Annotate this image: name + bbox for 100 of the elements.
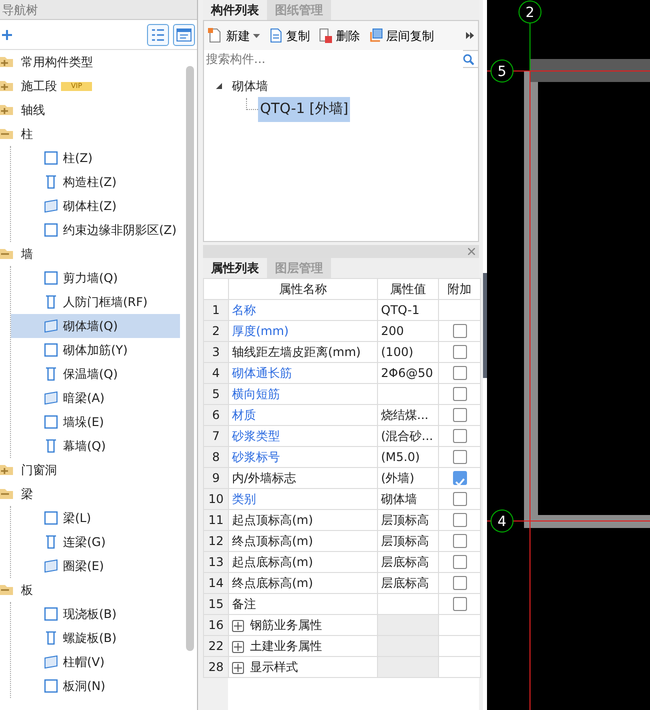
property-value[interactable]: 200	[378, 320, 438, 342]
checkbox[interactable]	[452, 597, 466, 611]
axis-marker: 5	[490, 60, 514, 82]
expand-icon[interactable]	[234, 622, 242, 630]
document-icon	[268, 28, 283, 43]
tree-item[interactable]: 柱帽(V)	[11, 650, 197, 674]
folder-plus-icon[interactable]	[0, 102, 14, 118]
property-name: 起点底标高(m)	[228, 552, 378, 572]
expand-icon[interactable]	[234, 664, 242, 672]
property-value[interactable]: (100)	[378, 342, 438, 362]
property-name: 内/外墙标志	[228, 468, 378, 488]
search-field[interactable]: 搜索构件...	[203, 50, 479, 68]
folder-plus-icon[interactable]	[0, 462, 14, 478]
property-value[interactable]: 烧结煤...	[378, 404, 438, 426]
tree-item[interactable]: 板	[21, 581, 33, 599]
property-value[interactable]: (外墙)	[378, 468, 438, 488]
axis-marker: 4	[490, 510, 514, 532]
tree-item[interactable]: 墙垛(E)	[11, 410, 197, 434]
tree-item[interactable]: 幕墙(Q)	[11, 434, 197, 458]
property-value[interactable]: 2Φ6@50	[378, 362, 438, 384]
scrollbar[interactable]	[186, 66, 194, 651]
tree-item[interactable]: 剪力墙(Q)	[11, 266, 197, 290]
close-icon[interactable]	[468, 248, 475, 255]
property-value[interactable]: 层顶标高	[378, 530, 438, 552]
tree-item[interactable]: 砌体墙	[232, 77, 268, 95]
checkbox[interactable]	[452, 471, 466, 485]
checkbox[interactable]	[452, 366, 466, 380]
folder-plus-icon[interactable]	[0, 78, 14, 94]
checkbox[interactable]	[452, 324, 466, 338]
tree-item[interactable]: 梁	[21, 485, 33, 503]
delete-button[interactable]: 删除	[318, 26, 360, 44]
property-name: 砌体通长筋	[228, 362, 378, 384]
folder-minus-icon[interactable]	[0, 246, 14, 262]
window-icon	[176, 28, 192, 42]
checkbox[interactable]	[452, 387, 466, 401]
group-row-label[interactable]: 土建业务属性	[228, 636, 378, 656]
tree-item[interactable]: 连梁(G)	[11, 530, 197, 554]
property-value[interactable]: 砌体墙	[378, 488, 438, 510]
checkbox[interactable]	[452, 534, 466, 548]
tree-item[interactable]: 暗梁(A)	[11, 386, 197, 410]
checkbox[interactable]	[452, 408, 466, 422]
checkbox[interactable]	[452, 450, 466, 464]
checkbox[interactable]	[452, 555, 466, 569]
tree-item[interactable]: 人防门框墙(RF)	[11, 290, 197, 314]
component-icon	[43, 366, 59, 382]
tree-item[interactable]: 门窗洞	[21, 461, 57, 479]
copy-button[interactable]: 复制	[268, 26, 310, 44]
checkbox[interactable]	[452, 345, 466, 359]
tree-item[interactable]: 施工段	[21, 77, 57, 95]
folder-minus-icon[interactable]	[0, 486, 14, 502]
property-value[interactable]: (混合砂...	[378, 426, 438, 446]
property-value[interactable]: QTQ-1	[378, 300, 438, 320]
property-value[interactable]: 层底标高	[378, 572, 438, 594]
add-icon[interactable]	[2, 30, 12, 40]
tree-item[interactable]: 墙	[21, 245, 33, 263]
tree-item[interactable]: 柱	[21, 125, 33, 143]
tree-item[interactable]: 螺旋板(B)	[11, 626, 197, 650]
tree-item[interactable]: 砌体加筋(Y)	[11, 338, 197, 362]
tree-item[interactable]: 保温墙(Q)	[11, 362, 197, 386]
folder-minus-icon[interactable]	[0, 126, 14, 142]
search-icon[interactable]	[463, 54, 474, 64]
row-number: 7	[204, 426, 228, 446]
row-number: 9	[204, 468, 228, 488]
tree-item[interactable]: 板洞(N)	[11, 674, 197, 698]
tree-item[interactable]: 构造柱(Z)	[11, 170, 197, 194]
window-view-button[interactable]	[173, 24, 195, 46]
folder-plus-icon[interactable]	[0, 54, 14, 70]
tree-item[interactable]: 常用构件类型	[21, 53, 93, 71]
floor-copy-button[interactable]: 层间复制	[368, 26, 434, 44]
component-icon	[43, 294, 59, 310]
property-value[interactable]: (M5.0)	[378, 446, 438, 468]
tree-item[interactable]: 轴线	[21, 101, 45, 119]
row-number: 10	[204, 488, 228, 510]
expand-icon[interactable]	[234, 642, 242, 651]
new-button[interactable]: 新建	[208, 26, 260, 44]
more-icon[interactable]	[466, 32, 474, 39]
group-row-label[interactable]: 钢筋业务属性	[228, 614, 378, 636]
list-view-button[interactable]	[147, 24, 169, 46]
property-value[interactable]: 层底标高	[378, 552, 438, 572]
tree-item[interactable]: 砌体墙(Q)	[11, 314, 180, 338]
tree-item[interactable]: 柱(Z)	[11, 146, 197, 170]
checkbox[interactable]	[452, 492, 466, 506]
tree-item[interactable]: 现浇板(B)	[11, 602, 197, 626]
collapse-handle[interactable]	[483, 272, 487, 378]
component-icon	[43, 654, 59, 670]
folder-minus-icon[interactable]	[0, 582, 14, 598]
checkbox[interactable]	[452, 513, 466, 527]
tree-item[interactable]: 约束边缘非阴影区(Z)	[11, 218, 197, 242]
property-name: 厚度(mm)	[228, 320, 378, 342]
property-value[interactable]: 层顶标高	[378, 510, 438, 530]
expand-triangle-icon[interactable]	[216, 83, 222, 89]
tree-item[interactable]: 砌体柱(Z)	[11, 194, 197, 218]
tree-item[interactable]: QTQ-1 [外墙]	[258, 96, 350, 122]
tree-item[interactable]: 圈梁(E)	[11, 554, 197, 578]
component-icon	[43, 198, 59, 214]
row-number: 14	[204, 572, 228, 594]
checkbox[interactable]	[452, 429, 466, 443]
checkbox[interactable]	[452, 576, 466, 590]
row-number: 13	[204, 552, 228, 572]
tree-item[interactable]: 梁(L)	[11, 506, 197, 530]
